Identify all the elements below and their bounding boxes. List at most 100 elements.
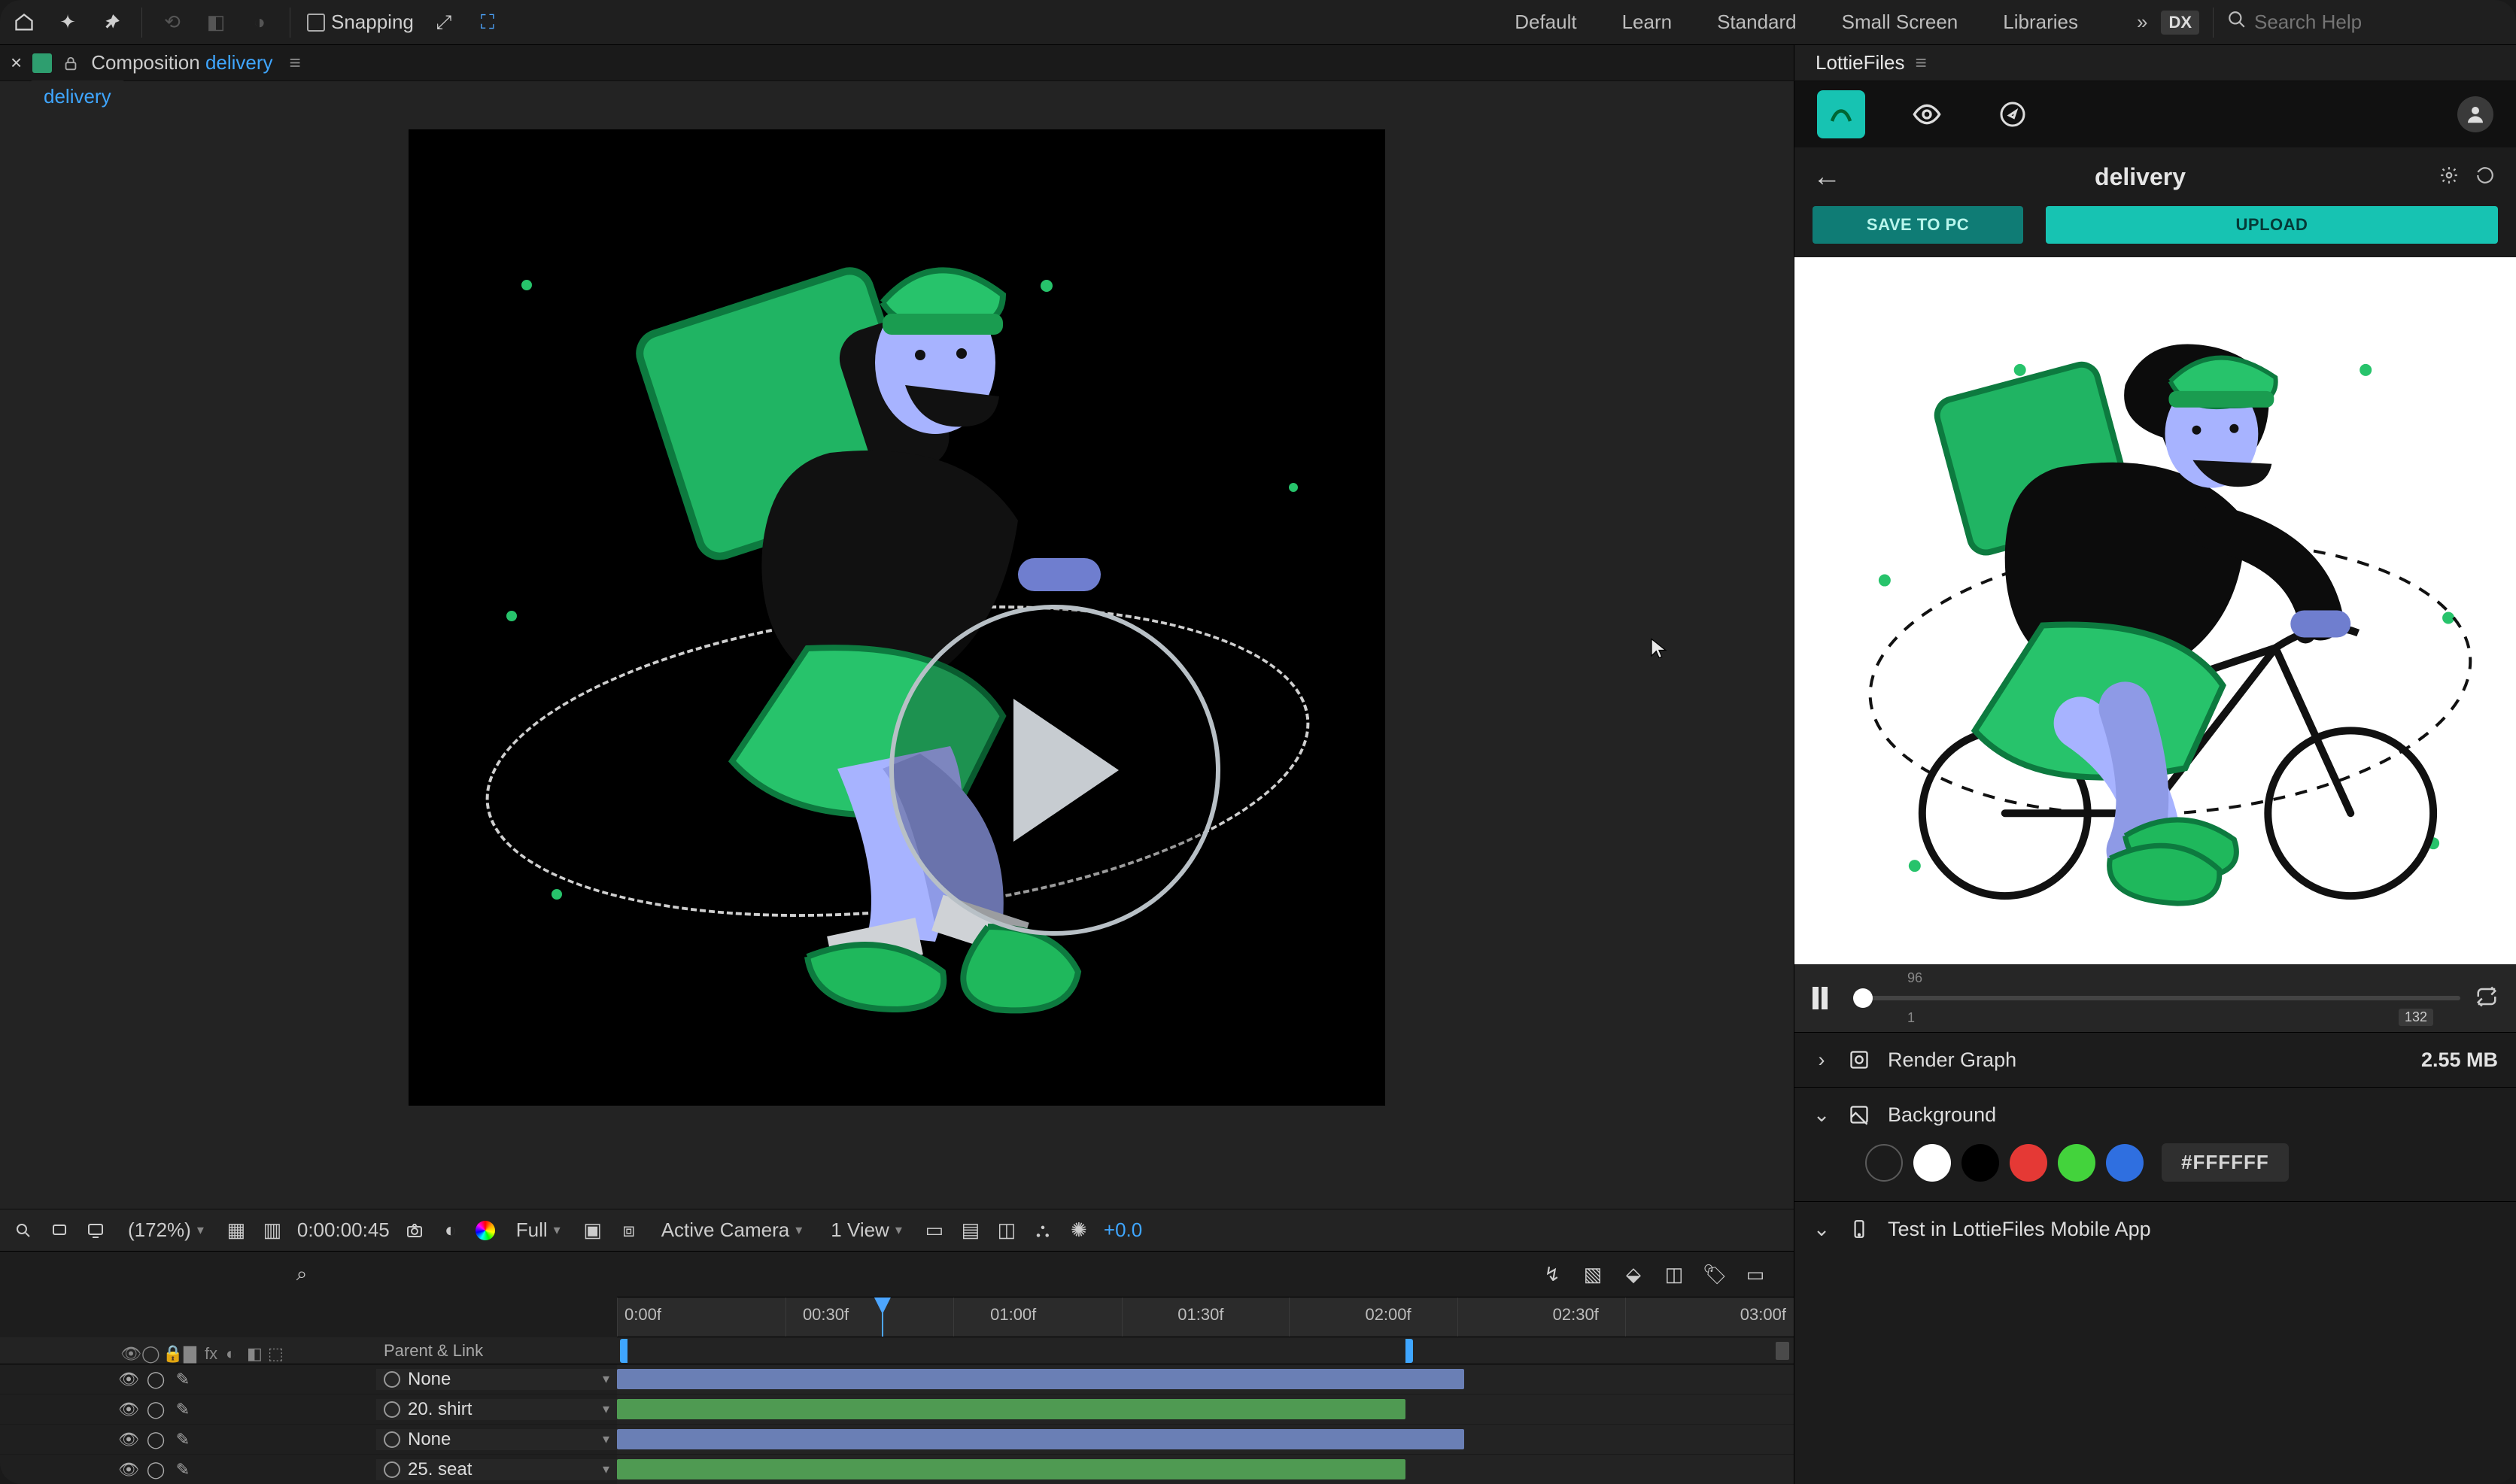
solo-column-icon[interactable]: ◯ (141, 1344, 155, 1358)
layer-parent-select[interactable]: None ▾ (376, 1429, 617, 1450)
bg-hex-input[interactable]: #FFFFFF (2162, 1143, 2289, 1182)
layer-parent-select[interactable]: 25. seat ▾ (376, 1459, 617, 1480)
layer-solo-icon[interactable]: ◯ (147, 1461, 164, 1478)
timeline-end-marker[interactable] (1776, 1342, 1789, 1360)
bg-swatch-black[interactable] (1961, 1144, 1999, 1182)
eye-column-icon[interactable]: 👁 (120, 1344, 134, 1358)
pin-tool-icon[interactable] (98, 9, 125, 36)
workspace-learn[interactable]: Learn (1622, 11, 1673, 34)
camera-select[interactable]: Active Camera▾ (654, 1217, 810, 1243)
guides-icon[interactable]: ▭ (923, 1219, 946, 1242)
res-grid-icon[interactable]: ▥ (261, 1219, 284, 1242)
upload-button[interactable]: UPLOAD (2046, 206, 2498, 244)
layer-row[interactable]: 👁 ◯ ✎ None ▾ (0, 1364, 1794, 1394)
ruler-icon[interactable]: ▤ (959, 1219, 982, 1242)
mobile-test-toggle[interactable]: ⌄ Test in LottieFiles Mobile App (1813, 1215, 2498, 1243)
lock-column-icon[interactable]: 🔒 (163, 1344, 176, 1358)
mb-column-icon[interactable]: ◐ (226, 1344, 239, 1358)
settings-icon[interactable] (2439, 165, 2462, 188)
views-select[interactable]: 1 View▾ (823, 1217, 910, 1243)
layer-edit-icon[interactable]: ✎ (175, 1371, 191, 1388)
snap-expand-icon[interactable]: ⛶ (474, 9, 501, 36)
workspace-default[interactable]: Default (1515, 11, 1576, 34)
lottie-tab-preview[interactable] (1817, 90, 1865, 138)
layer-solo-icon[interactable]: ◯ (147, 1371, 164, 1388)
layer-visible-icon[interactable]: 👁 (120, 1431, 137, 1448)
pickwhip-icon[interactable] (384, 1461, 400, 1478)
pause-button[interactable] (1813, 987, 1838, 1009)
lock-icon[interactable] (62, 54, 81, 72)
layer-solo-icon[interactable]: ◯ (147, 1401, 164, 1418)
lottie-tab-eye[interactable] (1903, 90, 1951, 138)
mask-tool-icon[interactable]: ◑ (246, 9, 273, 36)
bg-swatch-green[interactable] (2058, 1144, 2095, 1182)
timeline-frame-blend-icon[interactable]: ▧ (1580, 1261, 1606, 1287)
timeline-expand-icon[interactable]: ▭ (1743, 1261, 1768, 1287)
search-input[interactable] (2254, 11, 2505, 34)
workarea-start-handle[interactable] (620, 1339, 627, 1363)
timeline-motion-blur-icon[interactable]: ⬙ (1621, 1261, 1646, 1287)
workspace-small[interactable]: Small Screen (1842, 11, 1958, 34)
label-column-icon[interactable]: ▇ (184, 1344, 197, 1358)
layer-row[interactable]: 👁 ◯ ✎ 25. seat ▾ (0, 1455, 1794, 1484)
pickwhip-icon[interactable] (384, 1401, 400, 1418)
render-graph-toggle[interactable]: › Render Graph 2.55 MB (1813, 1046, 2498, 1073)
transparency-grid-icon[interactable]: ▣ (582, 1219, 604, 1242)
lottiefiles-panel-menu-icon[interactable]: ≡ (1916, 51, 1927, 74)
color-wheel-icon[interactable] (476, 1221, 495, 1240)
timecode-display[interactable]: 0:00:00:45 (297, 1218, 390, 1242)
bg-swatch-red[interactable] (2010, 1144, 2047, 1182)
3d-column-icon[interactable]: ⬚ (268, 1344, 281, 1358)
layer-row[interactable]: 👁 ◯ ✎ 20. shirt ▾ (0, 1394, 1794, 1425)
current-time-indicator[interactable] (882, 1297, 883, 1337)
timeline-search-icon[interactable]: ⌕ (289, 1261, 314, 1287)
adj-column-icon[interactable]: ◧ (247, 1344, 260, 1358)
region-icon[interactable]: ⧈ (618, 1219, 640, 1242)
play-overlay-button[interactable] (889, 605, 1220, 936)
layer-parent-select[interactable]: None ▾ (376, 1369, 617, 1390)
lottie-tab-explore[interactable] (1989, 90, 2037, 138)
clip-icon[interactable]: ◐ (439, 1219, 462, 1242)
layer-edit-icon[interactable]: ✎ (175, 1431, 191, 1448)
layer-parent-select[interactable]: 20. shirt ▾ (376, 1399, 617, 1420)
pickwhip-icon[interactable] (384, 1371, 400, 1388)
mask-vis-icon[interactable]: ◫ (995, 1219, 1018, 1242)
snap-collapse-icon[interactable]: ⤢ (430, 9, 457, 36)
workspace-standard[interactable]: Standard (1717, 11, 1797, 34)
workspace-more-icon[interactable]: » (2137, 11, 2147, 34)
res-half-icon[interactable]: ▦ (225, 1219, 248, 1242)
layer-visible-icon[interactable]: 👁 (120, 1371, 137, 1388)
back-button[interactable]: ← (1813, 161, 1841, 193)
panel-menu-icon[interactable]: ≡ (290, 51, 301, 74)
timeline-graph-editor-icon[interactable]: ◫ (1661, 1261, 1687, 1287)
home-icon[interactable] (11, 9, 38, 36)
layer-visible-icon[interactable]: 👁 (120, 1461, 137, 1478)
fx-column-icon[interactable]: fx (205, 1344, 218, 1358)
layer-visible-icon[interactable]: 👁 (120, 1401, 137, 1418)
behind-tool-icon[interactable]: ◧ (202, 9, 229, 36)
bg-swatch-white[interactable] (1913, 1144, 1951, 1182)
background-toggle[interactable]: ⌄ Background (1813, 1101, 2498, 1128)
workspace-libs[interactable]: Libraries (2003, 11, 2078, 34)
hand-icon[interactable] (48, 1219, 71, 1242)
account-avatar[interactable] (2457, 96, 2493, 132)
layer-solo-icon[interactable]: ◯ (147, 1431, 164, 1448)
timeline-shy-icon[interactable]: ↯ (1539, 1261, 1565, 1287)
zoom-select[interactable]: (172%)▾ (120, 1217, 211, 1243)
workarea-end-handle[interactable] (1405, 1339, 1413, 1363)
bg-swatch-transparent[interactable] (1865, 1144, 1903, 1182)
display-icon[interactable] (84, 1219, 107, 1242)
selection-tool-icon[interactable]: ✦ (54, 9, 81, 36)
snapping-toggle[interactable]: Snapping (307, 9, 414, 36)
reload-icon[interactable] (2475, 165, 2498, 188)
aspect-badge[interactable]: DX (2161, 11, 2199, 35)
snapshot-icon[interactable] (403, 1219, 426, 1242)
rotate-tool-icon[interactable]: ⟲ (159, 9, 186, 36)
save-to-pc-button[interactable]: SAVE TO PC (1813, 206, 2023, 244)
tab-close-icon[interactable]: × (11, 51, 22, 74)
loop-icon[interactable] (2475, 985, 2498, 1012)
layer-edit-icon[interactable]: ✎ (175, 1401, 191, 1418)
exposure-offset[interactable]: +0.0 (1104, 1218, 1142, 1242)
player-thumb[interactable] (1853, 988, 1873, 1008)
resolution-select[interactable]: Full▾ (509, 1217, 568, 1243)
